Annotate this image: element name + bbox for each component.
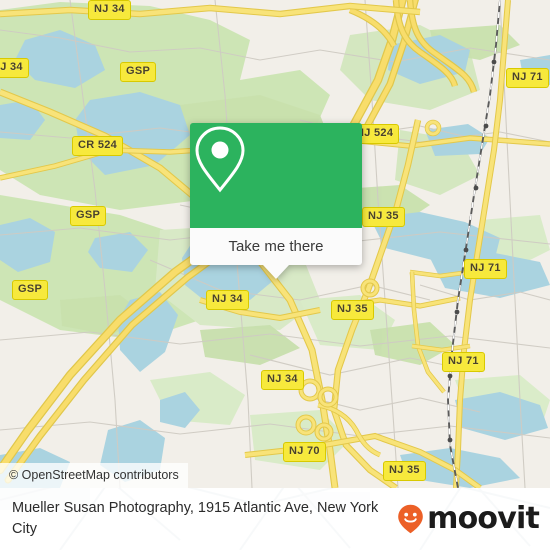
road-shield: NJ 70 xyxy=(283,442,326,462)
road-shield: NJ 71 xyxy=(442,352,485,372)
take-me-there-button[interactable]: Take me there xyxy=(190,228,362,265)
road-shield: GSP xyxy=(70,206,107,226)
road-shield: NJ 35 xyxy=(383,461,426,481)
map-pin-icon xyxy=(195,126,245,193)
road-shield: NJ 34 xyxy=(88,0,131,20)
road-shield: NJ 34 xyxy=(0,58,29,78)
road-shield: GSP xyxy=(12,280,49,300)
map-screenshot: NJ 34 NJ 34 GSP NJ 71 CR 524 NJ 524 GSP … xyxy=(0,0,550,550)
road-shield: NJ 71 xyxy=(506,68,549,88)
road-shield: NJ 71 xyxy=(464,259,507,279)
take-me-there-label: Take me there xyxy=(228,238,324,255)
road-shield: NJ 35 xyxy=(362,207,405,227)
moovit-pin-icon xyxy=(398,504,423,534)
road-shield: GSP xyxy=(120,62,157,82)
road-shield: NJ 34 xyxy=(261,370,304,390)
popup-tail xyxy=(263,265,289,279)
road-shield: CR 524 xyxy=(72,136,124,156)
road-shield: NJ 34 xyxy=(206,290,249,310)
popup-image-area xyxy=(190,123,362,228)
moovit-logo[interactable]: moovit xyxy=(397,501,540,536)
moovit-wordmark: moovit xyxy=(427,501,540,536)
road-shield: NJ 35 xyxy=(331,300,374,320)
location-popup-card[interactable]: Take me there xyxy=(190,123,362,279)
footer-bar: Mueller Susan Photography, 1915 Atlantic… xyxy=(0,488,550,550)
place-caption: Mueller Susan Photography, 1915 Atlantic… xyxy=(12,500,379,537)
map-canvas[interactable]: NJ 34 NJ 34 GSP NJ 71 CR 524 NJ 524 GSP … xyxy=(0,0,550,488)
osm-attribution[interactable]: © OpenStreetMap contributors xyxy=(0,462,188,488)
